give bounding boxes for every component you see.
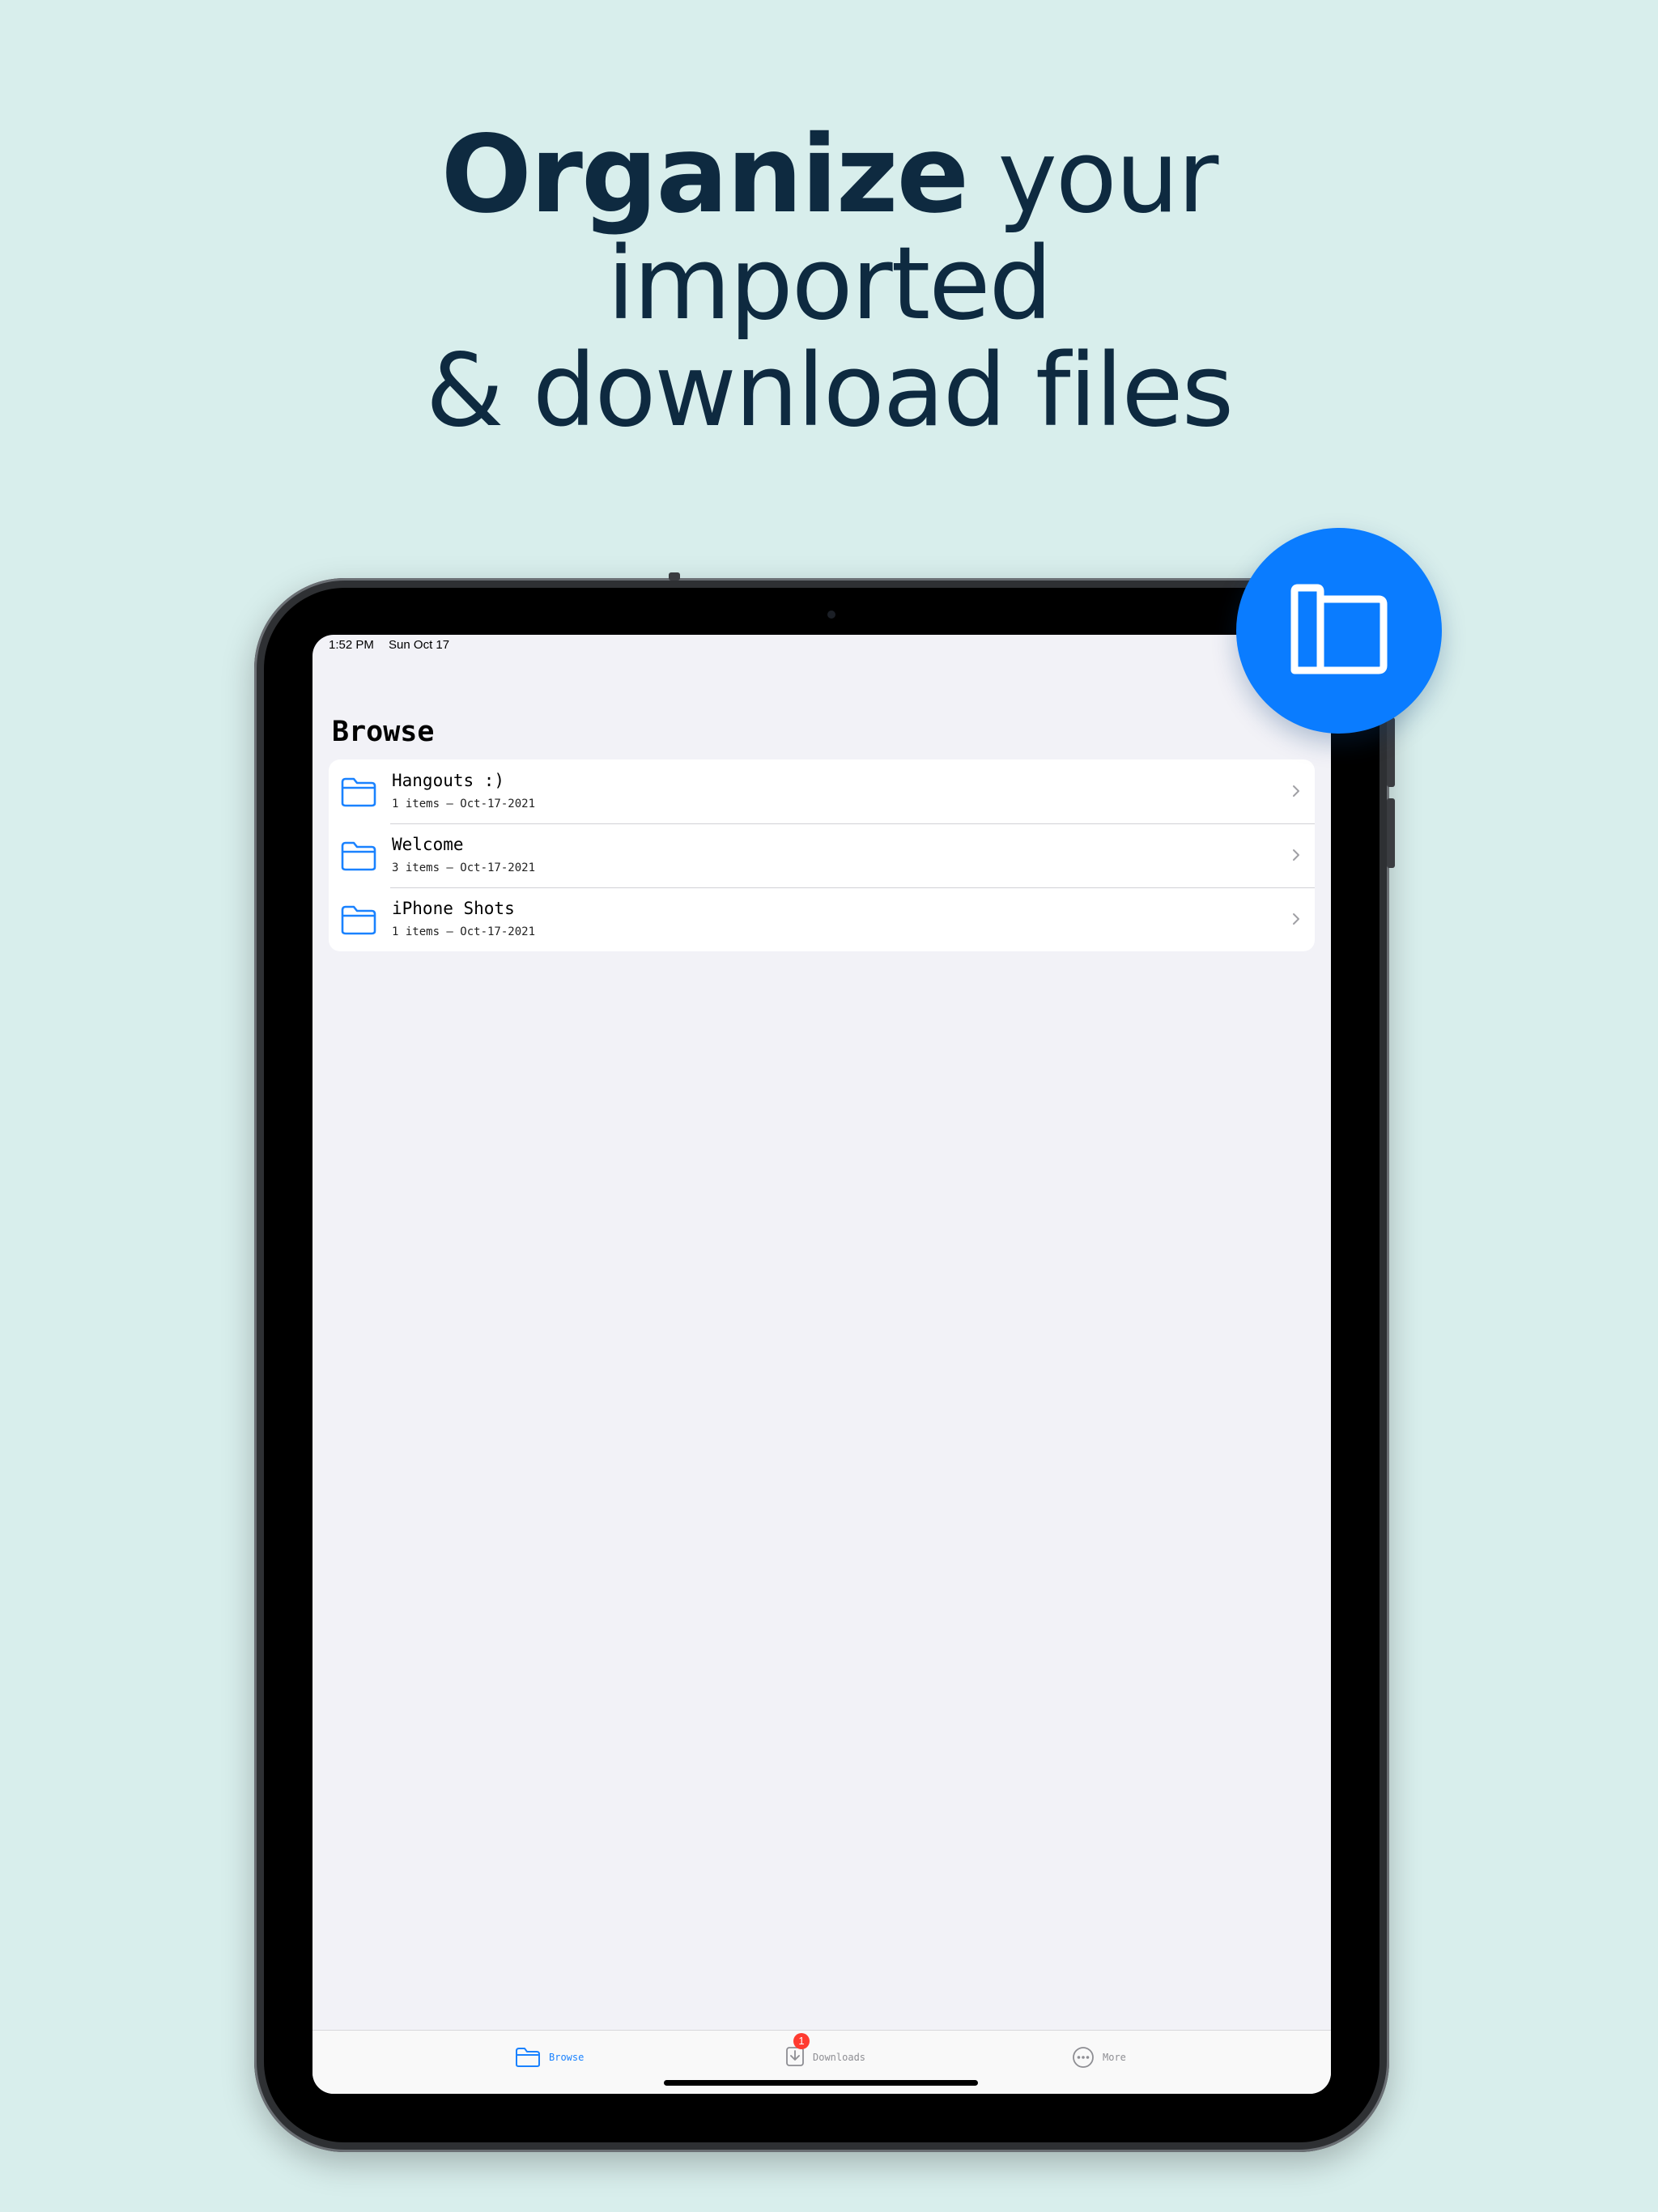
tab-bar: Browse 1 Downloads More (312, 2030, 1331, 2094)
folders-stack-icon (1290, 584, 1388, 674)
device-volume-down-button (1387, 798, 1395, 868)
folder-row[interactable]: Welcome 3 items – Oct-17-2021 (329, 823, 1315, 887)
tab-more[interactable]: More (1072, 2044, 1126, 2071)
headline-line-3: & download files (425, 333, 1235, 449)
chevron-right-icon (1293, 785, 1299, 797)
headline-line-2: imported (606, 226, 1052, 342)
folder-row-text: iPhone Shots 1 items – Oct-17-2021 (392, 897, 535, 939)
page-title: Browse (332, 716, 435, 748)
headline-strong-word: Organize (440, 113, 969, 237)
folder-row-text: Welcome 3 items – Oct-17-2021 (392, 833, 535, 875)
tab-browse-label: Browse (549, 2052, 585, 2063)
chevron-right-icon (1293, 913, 1299, 925)
folder-icon (341, 841, 376, 871)
downloads-count-badge: 1 (793, 2032, 810, 2049)
folder-icon (516, 2048, 540, 2067)
headline-line-1-rest: your (967, 119, 1219, 236)
status-time: 1:52 PM (329, 638, 374, 652)
tab-more-label: More (1103, 2052, 1126, 2063)
app-screen: 1:52 PM Sun Oct 17 Browse Hangouts :) 1 … (312, 635, 1331, 2094)
ellipsis-circle-icon (1073, 2047, 1094, 2068)
device-top-button (669, 572, 680, 581)
folder-icon (341, 777, 376, 807)
folder-icon (341, 905, 376, 935)
folder-meta: 3 items – Oct-17-2021 (392, 861, 536, 874)
folder-list: Hangouts :) 1 items – Oct-17-2021 Welcom… (329, 759, 1315, 951)
folder-row-text: Hangouts :) 1 items – Oct-17-2021 (392, 769, 535, 811)
status-date: Sun Oct 17 (389, 638, 450, 652)
tab-browse[interactable]: Browse (515, 2044, 584, 2071)
tab-downloads[interactable]: 1 Downloads (785, 2032, 866, 2071)
marketing-headline: Organize your imported & download files (0, 121, 1658, 445)
app-feature-badge (1236, 528, 1442, 734)
folder-name: iPhone Shots (392, 899, 515, 918)
folder-name: Welcome (392, 835, 464, 854)
folder-meta: 1 items – Oct-17-2021 (392, 798, 536, 810)
folder-row[interactable]: Hangouts :) 1 items – Oct-17-2021 (329, 759, 1315, 823)
home-indicator (664, 2080, 978, 2086)
folder-meta: 1 items – Oct-17-2021 (392, 925, 536, 938)
folder-name: Hangouts :) (392, 771, 505, 790)
download-icon-wrap: 1 (785, 2032, 810, 2071)
folder-row[interactable]: iPhone Shots 1 items – Oct-17-2021 (329, 887, 1315, 951)
headline-line-1: Organize your (0, 121, 1658, 231)
status-bar: 1:52 PM Sun Oct 17 (329, 638, 461, 652)
front-camera (827, 610, 835, 619)
tab-downloads-label: Downloads (813, 2052, 866, 2063)
device-volume-up-button (1387, 717, 1395, 787)
chevron-right-icon (1293, 849, 1299, 861)
